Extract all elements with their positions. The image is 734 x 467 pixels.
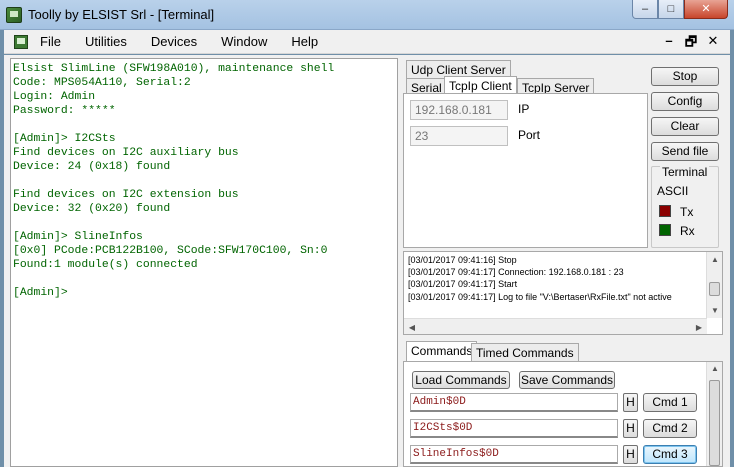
minimize-button[interactable]: –	[632, 0, 658, 19]
terminal-line: [Admin]> I2CSts	[13, 133, 116, 145]
tx-label: Tx	[680, 205, 694, 219]
scroll-down-icon[interactable]: ▼	[707, 305, 722, 317]
log-line: [03/01/2017 09:41:16] Stop	[408, 255, 517, 265]
terminal-line: [Admin]>	[13, 287, 68, 299]
terminal-output[interactable]: Elsist SlimLine (SFW198A010), maintenanc…	[10, 58, 398, 467]
commands-vertical-scrollbar[interactable]: ▲	[706, 362, 722, 466]
window-controls: – □ ✕	[632, 0, 728, 20]
terminal-group-title: Terminal	[660, 165, 710, 179]
log-line: [03/01/2017 09:41:17] Start	[408, 279, 518, 290]
save-commands-button[interactable]: Save Commands	[519, 371, 615, 389]
hex-button-2[interactable]: H	[623, 419, 638, 438]
command-input-1[interactable]: Admin$0D	[410, 393, 618, 412]
terminal-line: Found:1 module(s) connected	[13, 259, 198, 271]
terminal-line: Password: *****	[13, 105, 116, 117]
hex-button-1[interactable]: H	[623, 393, 638, 412]
terminal-line: Find devices on I2C extension bus	[13, 189, 239, 201]
command-input-2[interactable]: I2CSts$0D	[410, 419, 618, 438]
send-file-button[interactable]: Send file	[651, 142, 719, 161]
mdi-restore-button[interactable]: 🗗	[680, 33, 702, 55]
scroll-right-icon[interactable]: ▶	[691, 322, 707, 334]
menu-window[interactable]: Window	[221, 34, 267, 49]
terminal-line: Device: 32 (0x20) found	[13, 203, 171, 215]
terminal-line: Elsist SlimLine (SFW198A010), maintenanc…	[13, 63, 335, 75]
menu-help[interactable]: Help	[291, 34, 318, 49]
menu-devices[interactable]: Devices	[151, 34, 197, 49]
tab-timed-commands[interactable]: Timed Commands	[471, 343, 579, 362]
ip-field[interactable]: 192.168.0.181	[410, 100, 508, 120]
log-line: [03/01/2017 09:41:17] Connection: 192.16…	[408, 267, 624, 278]
document-icon[interactable]	[14, 35, 28, 49]
client-area: Elsist SlimLine (SFW198A010), maintenanc…	[4, 55, 730, 467]
ascii-mode-label[interactable]: ASCII	[657, 184, 688, 198]
rx-label: Rx	[680, 224, 695, 238]
mdi-minimize-button[interactable]: –	[658, 33, 680, 55]
terminal-line: Code: MPS054A110, Serial:2	[13, 77, 191, 89]
clear-button[interactable]: Clear	[651, 117, 719, 136]
commands-panel: Load Commands Save Commands Admin$0D H C…	[403, 361, 723, 467]
menu-bar: File Utilities Devices Window Help – 🗗 ✕	[4, 30, 730, 54]
load-commands-button[interactable]: Load Commands	[412, 371, 510, 389]
log-line: [03/01/2017 09:41:17] Log to file "V:\Be…	[408, 291, 672, 302]
log-scroll-thumb[interactable]	[709, 282, 720, 296]
terminal-line: Device: 24 (0x18) found	[13, 161, 171, 173]
cmd-2-button[interactable]: Cmd 2	[643, 419, 697, 438]
port-label: Port	[518, 128, 541, 142]
port-field[interactable]: 23	[410, 126, 508, 146]
close-button[interactable]: ✕	[684, 0, 728, 19]
app-icon	[6, 7, 22, 23]
scroll-left-icon[interactable]: ◀	[404, 322, 420, 334]
cmd-1-button[interactable]: Cmd 1	[643, 393, 697, 412]
tab-commands[interactable]: Commands	[406, 341, 478, 362]
terminal-line: Find devices on I2C auxiliary bus	[13, 147, 239, 159]
terminal-settings-group: Terminal ASCII Tx Rx	[651, 165, 719, 248]
window-title-bar[interactable]: Toolly by ELSIST Srl - [Terminal] – □ ✕	[0, 0, 734, 30]
rx-color-swatch[interactable]	[659, 224, 671, 236]
terminal-line: [Admin]> SlineInfos	[13, 231, 143, 243]
ip-label: IP	[518, 102, 530, 116]
log-horizontal-scrollbar[interactable]: ◀ ▶	[404, 318, 707, 334]
log-vertical-scrollbar[interactable]: ▲ ▼	[706, 252, 722, 318]
menu-utilities[interactable]: Utilities	[85, 34, 127, 49]
stop-button[interactable]: Stop	[651, 67, 719, 86]
command-input-3[interactable]: SlineInfos$0D	[410, 445, 618, 464]
commands-scroll-thumb[interactable]	[709, 380, 720, 466]
maximize-button[interactable]: □	[658, 0, 684, 19]
scroll-up-icon[interactable]: ▲	[707, 254, 722, 266]
mdi-close-button[interactable]: ✕	[702, 33, 724, 55]
tx-color-swatch[interactable]	[659, 205, 671, 217]
tcpip-client-panel: 192.168.0.181 IP 23 Port	[403, 93, 648, 248]
log-panel: [03/01/2017 09:41:16] Stop [03/01/2017 0…	[403, 251, 723, 335]
menu-file[interactable]: File	[40, 34, 61, 49]
window-title: Toolly by ELSIST Srl - [Terminal]	[28, 7, 215, 22]
terminal-line: Login: Admin	[13, 91, 96, 103]
config-button[interactable]: Config	[651, 92, 719, 111]
scroll-up-icon[interactable]: ▲	[707, 364, 723, 373]
terminal-line: [0x0] PCode:PCB122B100, SCode:SFW170C100…	[13, 245, 328, 257]
hex-button-3[interactable]: H	[623, 445, 638, 464]
cmd-3-button[interactable]: Cmd 3	[643, 445, 697, 464]
